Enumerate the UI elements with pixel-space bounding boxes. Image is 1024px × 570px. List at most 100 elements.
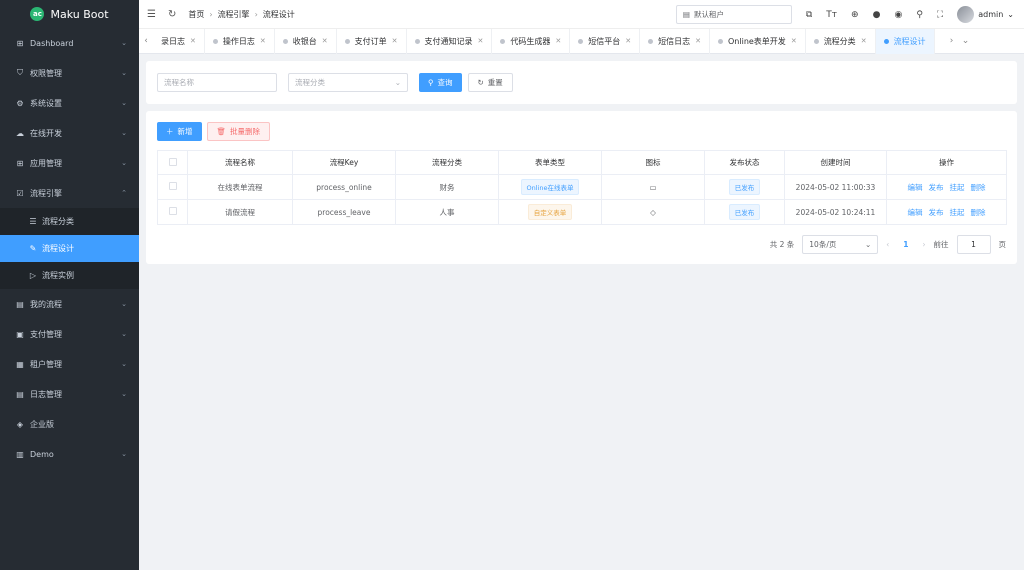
select-placeholder: 流程分类 — [295, 78, 325, 87]
topbar: ☰ ↻ 首页 › 流程引擎 › 流程设计 ▤ 默认租户 ⧉ Tт ⊕ ● ◉ ⚲ … — [139, 0, 1024, 29]
sidebar-subitem-design[interactable]: ✎ 流程设计 — [0, 235, 139, 262]
cell-icon: ◇ — [601, 199, 705, 225]
prev-page-icon[interactable]: ‹ — [886, 240, 889, 249]
gitee-icon[interactable]: ◉ — [894, 10, 902, 20]
font-size-icon[interactable]: Tт — [826, 10, 837, 20]
cloud-icon: ☁ — [16, 128, 24, 138]
close-icon[interactable]: ✕ — [478, 37, 484, 45]
cell-category: 人事 — [395, 199, 499, 225]
tab-sms-platform[interactable]: 短信平台 ✕ — [570, 28, 641, 54]
row-checkbox[interactable] — [157, 174, 188, 200]
select-all-checkbox[interactable] — [157, 150, 188, 175]
next-page-icon[interactable]: › — [923, 240, 926, 249]
tabs-bar: ‹ 录日志 ✕ 操作日志 ✕ 收银台 ✕ 支付订单 ✕ 支付通知记录 ✕ 代码生成器 ✕ 短… — [139, 28, 1024, 54]
breadcrumb-current: 流程设计 — [262, 9, 295, 19]
sidebar-item-logs[interactable]: ▤ 日志管理 ⌄ — [0, 379, 139, 409]
close-icon[interactable]: ✕ — [861, 37, 867, 45]
topbar-right: ▤ 默认租户 ⧉ Tт ⊕ ● ◉ ⚲ ⛶ admin ⌄ — [675, 0, 1014, 29]
close-icon[interactable]: ✕ — [322, 37, 328, 45]
tabs-scroll-right-icon[interactable]: › — [945, 36, 959, 46]
sidebar-subitem-category[interactable]: ☰ 流程分类 — [0, 208, 139, 235]
tab-pay-order[interactable]: 支付订单 ✕ — [337, 28, 407, 54]
tab-codegen[interactable]: 代码生成器 ✕ — [492, 28, 571, 54]
cell-status: 已发布 — [704, 174, 785, 200]
tab-label: 支付订单 — [354, 36, 387, 46]
batch-delete-button[interactable]: 🗑 批量删除 — [206, 122, 271, 141]
user-menu[interactable]: admin ⌄ — [957, 6, 1014, 23]
page-number-current[interactable]: 1 — [897, 240, 914, 249]
process-category-select[interactable]: 流程分类 ⌄ — [288, 73, 408, 92]
logo[interactable]: ac Maku Boot — [0, 0, 139, 28]
sidebar-item-label: 支付管理 — [30, 329, 62, 339]
tab-sms-log[interactable]: 短信日志 ✕ — [640, 28, 710, 54]
sidebar-item-tenant[interactable]: ▦ 租户管理 ⌄ — [0, 349, 139, 379]
tenant-select[interactable]: ▤ 默认租户 — [675, 5, 792, 24]
search-icon[interactable]: ⚲ — [916, 10, 923, 20]
tab-process-category[interactable]: 流程分类 ✕ — [806, 28, 876, 54]
tabs-menu-chevron-icon[interactable]: ⌄ — [959, 36, 973, 46]
cell-form-type: 自定义表单 — [498, 199, 602, 225]
close-icon[interactable]: ✕ — [555, 37, 561, 45]
github-icon[interactable]: ● — [873, 10, 881, 20]
breadcrumb-workflow[interactable]: 流程引擎 — [218, 9, 250, 20]
table-toolbar: ＋新增 🗑 批量删除 — [157, 122, 1006, 141]
edit-link[interactable]: 编辑 — [908, 208, 923, 217]
submenu-workflow: ☰ 流程分类 ✎ 流程设计 ▷ 流程实例 — [0, 208, 139, 289]
sidebar-item-dashboard[interactable]: ⊞ Dashboard ⌄ — [0, 28, 139, 58]
tab-pay-notify[interactable]: 支付通知记录 ✕ — [407, 28, 493, 54]
row-checkbox[interactable] — [157, 199, 188, 225]
chevron-down-icon: ⌄ — [121, 99, 127, 107]
sidebar-item-online-dev[interactable]: ☁ 在线开发 ⌄ — [0, 118, 139, 148]
tab-operation-log[interactable]: 操作日志 ✕ — [205, 28, 275, 54]
process-name-input[interactable]: 流程名称 — [157, 73, 277, 92]
refresh-icon[interactable]: ↻ — [168, 9, 176, 20]
add-button[interactable]: ＋新增 — [157, 122, 202, 141]
suspend-link[interactable]: 挂起 — [950, 208, 965, 217]
tab-dot-icon — [212, 38, 218, 44]
sidebar-item-workflow[interactable]: ☑ 流程引擎 ⌃ — [0, 178, 139, 208]
query-button[interactable]: ⚲ 查询 — [419, 73, 462, 92]
fullscreen-icon[interactable]: ⛶ — [937, 10, 943, 20]
breadcrumb-home[interactable]: 首页 — [188, 9, 204, 20]
close-icon[interactable]: ✕ — [392, 37, 398, 45]
page-size-select[interactable]: 10条/页 ⌄ — [802, 235, 879, 254]
edit-link[interactable]: 编辑 — [908, 183, 923, 192]
collapse-menu-icon[interactable]: ☰ — [147, 9, 156, 20]
publish-link[interactable]: 发布 — [929, 208, 944, 217]
tab-login-log[interactable]: 录日志 ✕ — [153, 28, 205, 54]
reset-button[interactable]: ↻ 重置 — [467, 73, 513, 92]
chevron-down-icon: ⌄ — [121, 39, 127, 47]
tab-dot-icon — [282, 38, 288, 44]
form-type-badge: Online在线表单 — [520, 179, 580, 195]
tab-online-form[interactable]: Online表单开发 ✕ — [710, 28, 806, 54]
component-size-icon[interactable]: ⧉ — [806, 10, 812, 20]
logo-mark-icon: ac — [30, 7, 45, 21]
sidebar-item-enterprise[interactable]: ◈ 企业版 — [0, 409, 139, 439]
chevron-down-icon: ⌄ — [121, 450, 127, 458]
goto-page-input[interactable]: 1 — [956, 235, 991, 254]
close-icon[interactable]: ✕ — [625, 37, 631, 45]
sidebar-item-my-process[interactable]: ▤ 我的流程 ⌄ — [0, 289, 139, 319]
sidebar-subitem-instance[interactable]: ▷ 流程实例 — [0, 262, 139, 289]
close-icon[interactable]: ✕ — [791, 37, 797, 45]
sidebar-item-settings[interactable]: ⚙ 系统设置 ⌄ — [0, 88, 139, 118]
sidebar-item-demo[interactable]: ▥ Demo ⌄ — [0, 439, 139, 469]
tab-cashier[interactable]: 收银台 ✕ — [275, 28, 337, 54]
delete-link[interactable]: 删除 — [971, 183, 986, 192]
sidebar-item-payment[interactable]: ▣ 支付管理 ⌄ — [0, 319, 139, 349]
language-icon[interactable]: ⊕ — [851, 10, 859, 20]
tabs-scroll-left-icon[interactable]: ‹ — [139, 36, 153, 46]
sidebar-item-label: 流程引擎 — [30, 188, 62, 198]
close-icon[interactable]: ✕ — [190, 37, 196, 45]
workflow-icon: ☑ — [16, 188, 24, 198]
tab-process-design[interactable]: 流程设计 — [875, 28, 935, 54]
sidebar-item-apps[interactable]: ⊞ 应用管理 ⌄ — [0, 148, 139, 178]
cell-status: 已发布 — [704, 199, 785, 225]
suspend-link[interactable]: 挂起 — [950, 183, 965, 192]
sidebar-item-permissions[interactable]: ⛉ 权限管理 ⌄ — [0, 58, 139, 88]
publish-link[interactable]: 发布 — [929, 183, 944, 192]
close-icon[interactable]: ✕ — [695, 37, 701, 45]
delete-link[interactable]: 删除 — [971, 208, 986, 217]
close-icon[interactable]: ✕ — [260, 37, 266, 45]
cell-key: process_online — [292, 174, 396, 200]
